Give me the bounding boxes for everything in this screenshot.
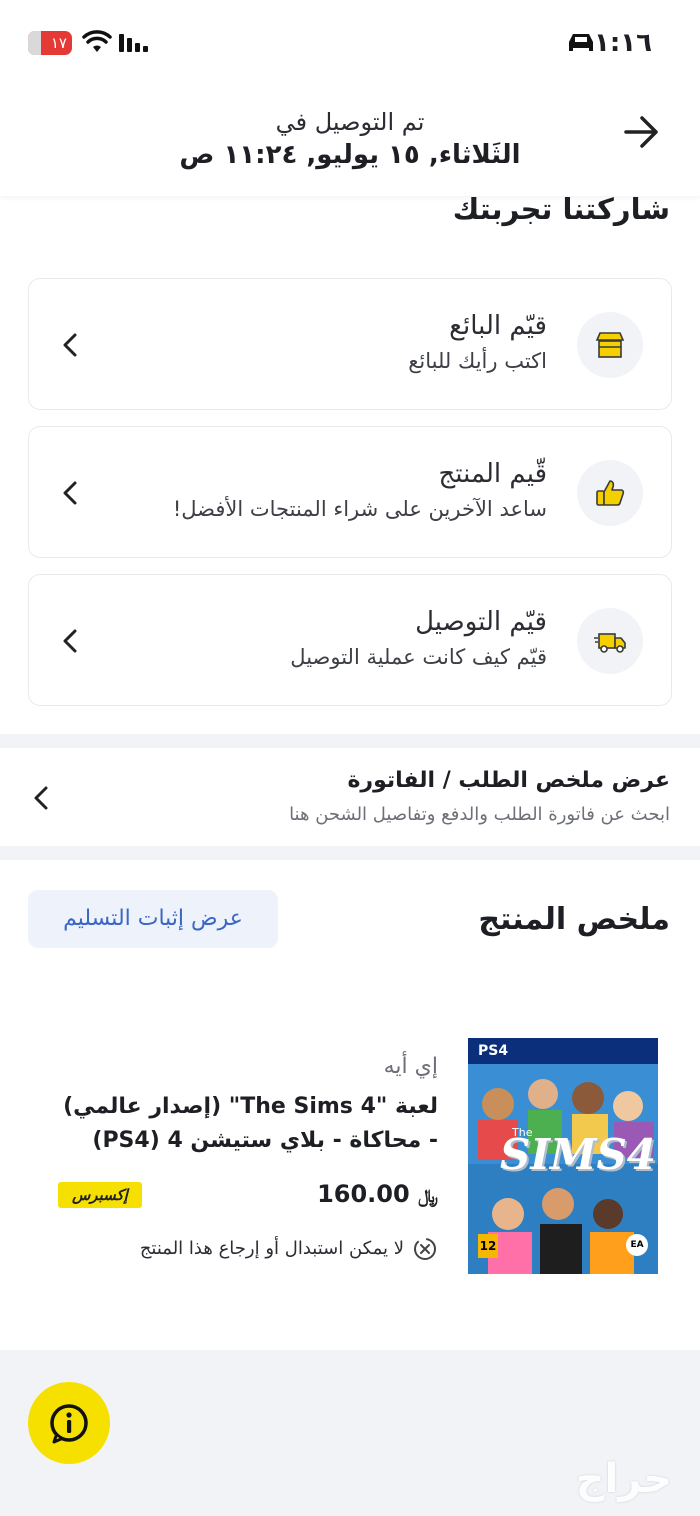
product-brand: إي أيه bbox=[383, 1054, 438, 1079]
thumbs-up-icon bbox=[596, 480, 625, 506]
pegi-rating-badge: 12 bbox=[478, 1234, 498, 1258]
back-arrow-icon[interactable] bbox=[622, 114, 662, 150]
store-icon-wrap bbox=[577, 312, 643, 378]
chevron-left-icon bbox=[34, 786, 48, 810]
battery-icon: ١٧ bbox=[28, 31, 72, 55]
cellular-signal-icon bbox=[119, 34, 148, 52]
rate-card-title: قّيم المنتج bbox=[438, 459, 548, 489]
currency-symbol: ﷼ bbox=[418, 1186, 438, 1207]
product-summary-title: ملخص المنتج bbox=[478, 902, 670, 937]
chevron-left-icon bbox=[63, 629, 77, 653]
product-price: 160.00 ﷼ bbox=[317, 1180, 438, 1208]
product-price-value: 160.00 bbox=[317, 1180, 410, 1208]
rate-card-subtitle: اكتب رأيك للبائع bbox=[408, 349, 547, 373]
delivery-date: الثَلاثاء, ١٥ يوليو, ١١:٢٤ ص bbox=[179, 140, 521, 170]
publisher-logo: EA bbox=[626, 1234, 648, 1256]
share-experience-title: شاركتنا تجربتك bbox=[452, 192, 670, 226]
section-divider bbox=[0, 734, 700, 748]
status-time: ١:١٦ bbox=[593, 28, 652, 58]
rate-seller-card[interactable]: قيّم البائع اكتب رأيك للبائع bbox=[28, 278, 672, 410]
rate-card-subtitle: قيّم كيف كانت عملية التوصيل bbox=[290, 645, 547, 669]
battery-level: ١٧ bbox=[50, 34, 67, 52]
thumbs-up-icon-wrap bbox=[577, 460, 643, 526]
delivery-truck-icon bbox=[594, 633, 626, 653]
rate-delivery-card[interactable]: قيّم التوصيل قيّم كيف كانت عملية التوصيل bbox=[28, 574, 672, 706]
status-bar: ١٧ ١:١٦ bbox=[0, 0, 700, 86]
invoice-title: عرض ملخص الطلب / الفاتورة bbox=[347, 768, 670, 793]
delivery-truck-icon-wrap bbox=[577, 608, 643, 674]
section-divider bbox=[0, 846, 700, 860]
rate-card-title: قيّم التوصيل bbox=[415, 607, 547, 637]
chevron-left-icon bbox=[63, 333, 77, 357]
product-name[interactable]: لعبة "The Sims 4" (إصدار عالمي) - محاكاة… bbox=[48, 1090, 438, 1158]
car-icon bbox=[569, 34, 593, 51]
chevron-left-icon bbox=[63, 481, 77, 505]
info-icon bbox=[50, 1404, 88, 1444]
proof-of-delivery-button[interactable]: عرض إثبات التسليم bbox=[28, 890, 278, 948]
product-image[interactable]: PS4 The SIMS4 12 EA bbox=[468, 1038, 658, 1274]
page-header: تم التوصيل في الثَلاثاء, ١٥ يوليو, ١١:٢٤… bbox=[0, 86, 700, 196]
delivered-label: تم التوصيل في bbox=[275, 108, 425, 136]
rate-card-subtitle: ساعد الآخرين على شراء المنتجات الأفضل! bbox=[172, 497, 547, 521]
invoice-subtitle: ابحث عن فاتورة الطلب والدفع وتفاصيل الشح… bbox=[289, 804, 670, 825]
store-icon bbox=[595, 332, 625, 358]
sims-logo: SIMS4 bbox=[500, 1130, 657, 1179]
platform-label: PS4 bbox=[478, 1043, 509, 1059]
help-button[interactable] bbox=[28, 1382, 110, 1464]
rate-product-card[interactable]: قّيم المنتج ساعد الآخرين على شراء المنتج… bbox=[28, 426, 672, 558]
no-return-icon bbox=[414, 1238, 436, 1260]
rate-card-title: قيّم البائع bbox=[449, 311, 547, 341]
express-badge: إكسبرس bbox=[58, 1182, 142, 1208]
return-policy-note: لا يمكن استبدال أو إرجاع هذا المنتج bbox=[140, 1238, 438, 1259]
watermark: حراج bbox=[575, 1456, 672, 1502]
return-policy-text: لا يمكن استبدال أو إرجاع هذا المنتج bbox=[139, 1238, 404, 1259]
ps4-banner: PS4 bbox=[468, 1038, 658, 1064]
wifi-icon bbox=[82, 30, 112, 52]
